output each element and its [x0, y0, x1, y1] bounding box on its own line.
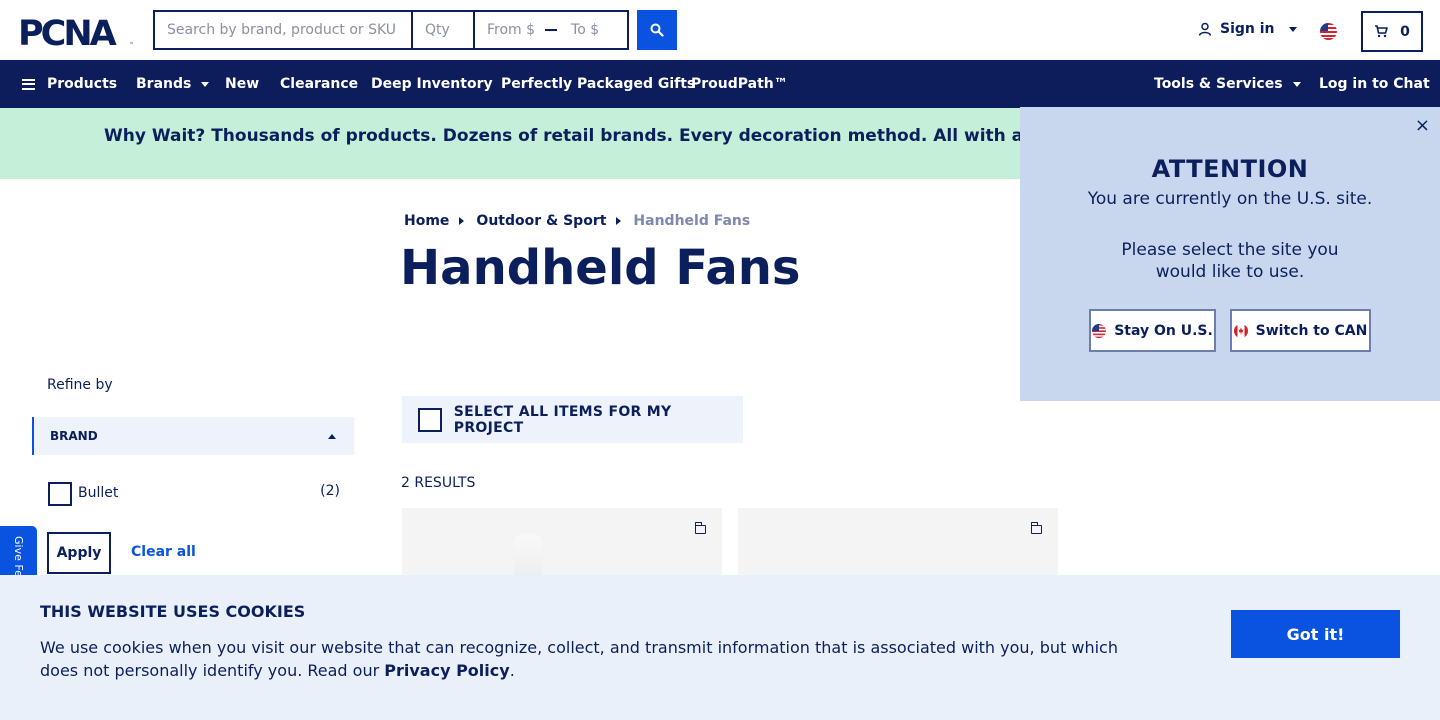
- switch-can-button[interactable]: Switch to CAN: [1230, 309, 1371, 352]
- nav-tools-label: Tools & Services: [1154, 76, 1283, 92]
- nav-products[interactable]: Products: [22, 60, 117, 108]
- popup-current-site: You are currently on the U.S. site.: [1087, 189, 1373, 209]
- sign-in-menu[interactable]: Sign in: [1198, 21, 1297, 37]
- switch-can-label: Switch to CAN: [1255, 322, 1368, 339]
- page-title: Handheld Fans: [400, 240, 801, 296]
- stay-us-label: Stay On U.S.: [1114, 322, 1213, 339]
- chevron-right-icon: [616, 217, 622, 225]
- folder-icon[interactable]: [1030, 522, 1042, 534]
- top-bar: PCNA ™ Search by brand, product or SKU Q…: [0, 0, 1440, 60]
- canada-flag-icon: [1233, 323, 1248, 338]
- brand-checkbox[interactable]: [48, 482, 72, 506]
- close-icon[interactable]: ×: [1415, 115, 1430, 136]
- nav-gifts[interactable]: Perfectly Packaged Gifts: [501, 60, 695, 108]
- cookie-text: We use cookies when you visit our websit…: [40, 636, 1140, 682]
- cart-button[interactable]: 0: [1361, 11, 1423, 52]
- chevron-down-icon: [201, 81, 210, 87]
- price-to-input[interactable]: To $: [571, 22, 599, 38]
- search-bar: Search by brand, product or SKU Qty From…: [153, 10, 677, 50]
- brand-filter-toggle[interactable]: BRAND: [32, 417, 354, 455]
- brand-option[interactable]: Bullet (2): [48, 482, 340, 506]
- cart-icon: [1375, 25, 1388, 38]
- main-nav: Products Brands New Clearance Deep Inven…: [0, 60, 1440, 108]
- results-count: 2 RESULTS: [401, 475, 476, 491]
- brand-option-count: (2): [320, 483, 340, 499]
- site-selector-popup: × ATTENTION You are currently on the U.S…: [1020, 107, 1440, 401]
- nav-deep-inventory[interactable]: Deep Inventory: [371, 60, 493, 108]
- nav-clearance[interactable]: Clearance: [280, 60, 358, 108]
- select-all-items[interactable]: SELECT ALL ITEMS FOR MY PROJECT: [402, 396, 743, 443]
- qty-input[interactable]: Qty: [411, 10, 473, 50]
- search-button[interactable]: [637, 10, 677, 50]
- cookie-heading: THIS WEBSITE USES COOKIES: [40, 602, 306, 621]
- svg-text:™: ™: [129, 42, 134, 48]
- breadcrumb-home[interactable]: Home: [404, 213, 449, 229]
- nav-brands[interactable]: Brands: [136, 60, 210, 108]
- got-it-button[interactable]: Got it!: [1231, 610, 1400, 658]
- pcna-logo[interactable]: PCNA ™: [18, 14, 136, 48]
- privacy-policy-link[interactable]: Privacy Policy: [384, 661, 509, 680]
- us-flag-icon[interactable]: [1320, 23, 1337, 40]
- chevron-down-icon: [1288, 26, 1297, 32]
- brand-filter-heading: BRAND: [50, 429, 98, 443]
- nav-proudpath[interactable]: ProudPath™: [691, 60, 788, 108]
- sign-in-label: Sign in: [1220, 21, 1275, 37]
- cart-count: 0: [1400, 23, 1410, 40]
- cookie-body: We use cookies when you visit our websit…: [40, 638, 1118, 680]
- apply-button[interactable]: Apply: [47, 532, 111, 574]
- us-flag-icon: [1092, 323, 1107, 338]
- feedback-label: Give Fe: [12, 536, 25, 577]
- breadcrumb: Home Outdoor & Sport Handheld Fans: [404, 213, 750, 229]
- search-input[interactable]: Search by brand, product or SKU: [153, 10, 411, 50]
- select-all-checkbox[interactable]: [418, 407, 442, 432]
- brand-option-label: Bullet: [78, 485, 119, 501]
- nav-brands-label: Brands: [136, 76, 192, 92]
- chevron-down-icon: [1292, 81, 1301, 87]
- nav-new[interactable]: New: [225, 60, 259, 108]
- search-icon: [650, 23, 664, 37]
- svg-text:PCNA: PCNA: [18, 14, 117, 48]
- breadcrumb-category[interactable]: Outdoor & Sport: [476, 213, 606, 229]
- clear-all-link[interactable]: Clear all: [131, 544, 196, 560]
- range-separator: [545, 29, 558, 31]
- stay-us-button[interactable]: Stay On U.S.: [1089, 309, 1216, 352]
- folder-icon[interactable]: [694, 522, 706, 534]
- chevron-right-icon: [459, 217, 465, 225]
- chevron-up-icon: [328, 434, 336, 439]
- price-range-input[interactable]: From $ To $: [473, 10, 629, 50]
- nav-products-label: Products: [47, 76, 118, 92]
- breadcrumb-current: Handheld Fans: [633, 213, 751, 229]
- nav-tools[interactable]: Tools & Services: [1154, 60, 1301, 108]
- refine-by-label: Refine by: [47, 377, 113, 393]
- promo-banner-text: Why Wait? Thousands of products. Dozens …: [104, 126, 1116, 146]
- cookie-banner: THIS WEBSITE USES COOKIES We use cookies…: [0, 575, 1440, 720]
- cookie-period: .: [509, 661, 515, 680]
- hamburger-icon: [22, 78, 35, 90]
- price-from-input[interactable]: From $: [487, 22, 535, 38]
- nav-chat[interactable]: Log in to Chat: [1319, 60, 1430, 108]
- popup-heading: ATTENTION: [1151, 155, 1309, 183]
- select-all-label: SELECT ALL ITEMS FOR MY PROJECT: [453, 403, 672, 436]
- popup-instruction: Please select the site you would like to…: [1121, 240, 1339, 282]
- user-icon: [1198, 22, 1212, 36]
